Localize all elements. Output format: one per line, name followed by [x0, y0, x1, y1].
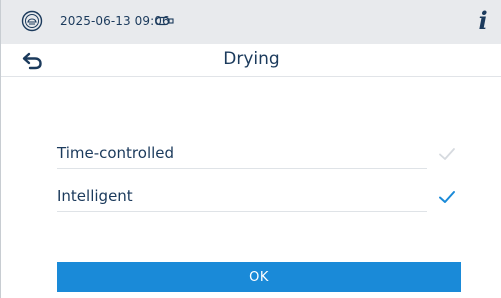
status-bar: 2025-06-13 09:06 i — [1, 0, 501, 44]
sterilizer-logo-icon — [21, 10, 43, 32]
page-title: Drying — [223, 49, 280, 69]
divider — [57, 211, 427, 212]
option-label: Time-controlled — [57, 144, 175, 162]
drying-settings-screen: 2025-06-13 09:06 i Drying Time-controlle… — [0, 0, 501, 298]
option-intelligent[interactable]: Intelligent — [57, 183, 461, 213]
option-time-controlled[interactable]: Time-controlled — [57, 140, 461, 170]
divider — [57, 168, 427, 169]
option-label: Intelligent — [57, 187, 133, 205]
status-datetime: 2025-06-13 09:06 — [60, 14, 170, 28]
ok-button[interactable]: OK — [57, 262, 461, 292]
check-icon-inactive — [439, 148, 455, 160]
title-bar: Drying — [1, 44, 501, 77]
info-button[interactable]: i — [475, 7, 491, 35]
check-icon-selected — [439, 191, 455, 203]
usb-stick-icon — [155, 16, 174, 26]
